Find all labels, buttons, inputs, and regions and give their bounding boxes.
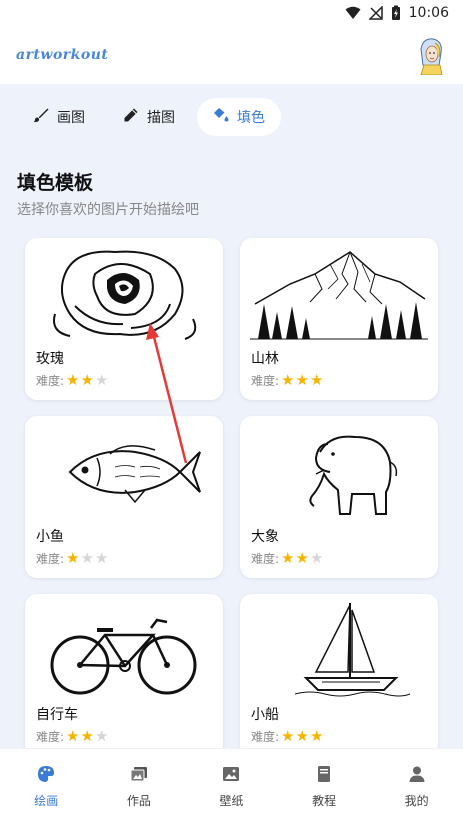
difficulty-label: 难度:: [251, 552, 280, 566]
template-name: 玫瑰: [36, 351, 64, 367]
section-subtitle: 选择你喜欢的图片开始描绘吧: [17, 202, 199, 218]
tab-label: 描图: [147, 110, 175, 126]
star-filled-icon: ★: [66, 549, 80, 567]
main-content: 画图 描图 填色 填色模板 选择你喜欢的图片开始描绘吧 玫瑰 难度: ★ ★ ★…: [0, 84, 463, 748]
star-filled-icon: ★: [66, 727, 80, 745]
status-bar: 10:06: [0, 0, 463, 26]
nav-label: 壁纸: [219, 793, 244, 808]
difficulty-stars: ★ ★ ★: [66, 729, 108, 744]
difficulty-label: 难度:: [36, 552, 65, 566]
star-empty-icon: ★: [94, 371, 109, 389]
difficulty: 难度: ★ ★ ★: [251, 728, 323, 745]
template-card-mountains[interactable]: 山林 难度: ★ ★ ★: [240, 238, 438, 400]
template-name: 大象: [251, 529, 279, 545]
star-empty-icon: ★: [94, 727, 109, 745]
mountain-forest-drawing: [250, 244, 428, 344]
star-filled-icon: ★: [281, 371, 295, 389]
difficulty-stars: ★ ★ ★: [66, 373, 108, 388]
gallery-icon: [130, 765, 148, 786]
difficulty: 难度: ★ ★ ★: [36, 728, 108, 745]
difficulty-stars: ★ ★ ★: [66, 551, 108, 566]
brush-icon: [33, 107, 49, 127]
mode-tabs: 画图 描图 填色: [17, 98, 281, 136]
bottom-nav: 绘画 作品 壁纸 教程 我的: [0, 748, 463, 824]
app-header: artworkout: [0, 26, 463, 84]
tab-label: 填色: [237, 110, 265, 126]
sailboat-drawing: [250, 600, 428, 700]
difficulty-label: 难度:: [36, 374, 65, 388]
star-filled-icon: ★: [309, 371, 324, 389]
difficulty: 难度: ★ ★ ★: [251, 372, 323, 389]
difficulty: 难度: ★ ★ ★: [36, 550, 108, 567]
nav-label: 绘画: [34, 793, 59, 808]
bicycle-drawing: [35, 600, 213, 700]
image-icon: [222, 765, 240, 786]
difficulty: 难度: ★ ★ ★: [251, 550, 323, 567]
paint-bucket-icon: [213, 107, 229, 127]
app-logo: artworkout: [16, 47, 109, 63]
star-filled-icon: ★: [80, 727, 94, 745]
nav-label: 我的: [404, 793, 429, 808]
template-name: 山林: [251, 351, 279, 367]
template-name: 自行车: [36, 707, 78, 723]
tab-fill-color[interactable]: 填色: [197, 98, 281, 136]
difficulty-label: 难度:: [251, 730, 280, 744]
star-empty-icon: ★: [80, 549, 94, 567]
person-icon: [408, 765, 426, 786]
difficulty-stars: ★ ★ ★: [281, 729, 323, 744]
tab-trace[interactable]: 描图: [107, 98, 191, 136]
book-icon: [315, 765, 333, 786]
rose-drawing: [35, 244, 213, 344]
template-name: 小船: [251, 707, 279, 723]
star-filled-icon: ★: [295, 727, 309, 745]
template-card-fish[interactable]: 小鱼 难度: ★ ★ ★: [25, 416, 223, 578]
template-card-sailboat[interactable]: 小船 难度: ★ ★ ★: [240, 594, 438, 748]
nav-label: 教程: [312, 793, 337, 808]
template-card-elephant[interactable]: 大象 难度: ★ ★ ★: [240, 416, 438, 578]
template-name: 小鱼: [36, 529, 64, 545]
nav-item-wallpaper[interactable]: 壁纸: [185, 749, 278, 824]
difficulty: 难度: ★ ★ ★: [36, 372, 108, 389]
wifi-icon: [345, 6, 361, 20]
difficulty-label: 难度:: [251, 374, 280, 388]
star-empty-icon: ★: [94, 549, 109, 567]
star-filled-icon: ★: [80, 371, 94, 389]
battery-charging-icon: [391, 5, 401, 21]
elephant-drawing: [250, 422, 428, 522]
nav-item-profile[interactable]: 我的: [370, 749, 463, 824]
tab-label: 画图: [57, 110, 85, 126]
star-empty-icon: ★: [309, 549, 324, 567]
star-filled-icon: ★: [295, 549, 309, 567]
difficulty-stars: ★ ★ ★: [281, 373, 323, 388]
template-card-rose[interactable]: 玫瑰 难度: ★ ★ ★: [25, 238, 223, 400]
fish-drawing: [35, 422, 213, 522]
nav-item-tutorial[interactable]: 教程: [278, 749, 371, 824]
nav-label: 作品: [126, 793, 151, 808]
section-title: 填色模板: [17, 172, 94, 194]
avatar[interactable]: [415, 35, 447, 75]
nav-item-draw[interactable]: 绘画: [0, 749, 93, 824]
difficulty-stars: ★ ★ ★: [281, 551, 323, 566]
nav-item-works[interactable]: 作品: [93, 749, 186, 824]
template-card-bicycle[interactable]: 自行车 难度: ★ ★ ★: [25, 594, 223, 748]
no-signal-icon: [368, 6, 383, 20]
pencil-icon: [123, 107, 139, 127]
star-filled-icon: ★: [281, 549, 295, 567]
star-filled-icon: ★: [309, 727, 324, 745]
difficulty-label: 难度:: [36, 730, 65, 744]
tab-draw[interactable]: 画图: [17, 98, 101, 136]
star-filled-icon: ★: [66, 371, 80, 389]
palette-icon: [37, 765, 55, 786]
star-filled-icon: ★: [281, 727, 295, 745]
status-time: 10:06: [408, 5, 449, 21]
star-filled-icon: ★: [295, 371, 309, 389]
